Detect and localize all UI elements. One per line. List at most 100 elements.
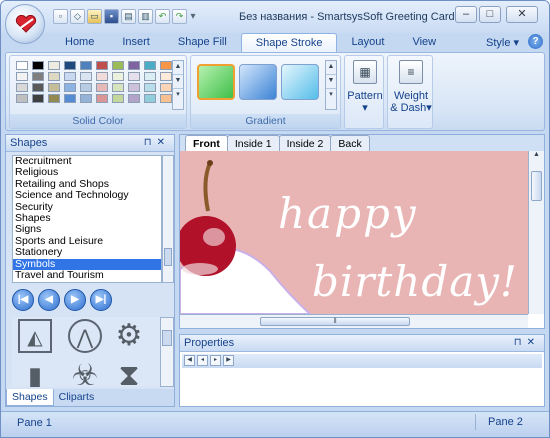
card-canvas[interactable]: happy birthday! [180, 151, 528, 314]
color-swatch[interactable] [16, 72, 28, 81]
color-swatch[interactable] [32, 72, 44, 81]
color-swatch[interactable] [160, 61, 172, 70]
expand-icon[interactable]: ▾ [326, 89, 336, 103]
color-swatch[interactable] [112, 94, 124, 103]
acid-icon[interactable]: ◭ [18, 319, 52, 353]
tab-insert[interactable]: Insert [108, 33, 164, 53]
tab-shape-fill[interactable]: Shape Fill [164, 33, 241, 53]
close-panel-icon[interactable]: ✕ [527, 337, 540, 348]
tab-shape-stroke[interactable]: Shape Stroke [240, 33, 338, 53]
tab-view[interactable]: View [398, 33, 450, 53]
color-swatch[interactable] [16, 61, 28, 70]
scroll-down-icon[interactable]: ▼ [326, 75, 336, 89]
scroll-up-icon[interactable]: ▲ [326, 61, 336, 75]
color-swatch[interactable] [144, 72, 156, 81]
application-menu-button[interactable] [5, 4, 45, 44]
gear-icon[interactable]: ⚙ [112, 319, 146, 353]
tab-back[interactable]: Back [330, 135, 370, 151]
minimize-button[interactable]: – [455, 6, 477, 23]
color-swatch[interactable] [112, 72, 124, 81]
color-swatch[interactable] [64, 61, 76, 70]
open-icon[interactable]: ◇ [70, 9, 85, 24]
category-scrollbar[interactable] [162, 155, 174, 283]
color-swatch[interactable] [48, 61, 60, 70]
color-swatch[interactable] [80, 94, 92, 103]
color-swatch[interactable] [64, 94, 76, 103]
print-preview-icon[interactable]: ▤ [121, 9, 136, 24]
bin-icon[interactable]: ▮ [18, 359, 52, 387]
open-folder-icon[interactable]: ▭ [87, 9, 102, 24]
color-swatch[interactable] [80, 61, 92, 70]
category-item[interactable]: Travel and Tourism [13, 269, 161, 281]
color-swatch[interactable] [128, 61, 140, 70]
shape-gallery-scrollbar[interactable] [160, 317, 174, 387]
color-swatch[interactable] [144, 94, 156, 103]
tab-layout[interactable]: Layout [337, 33, 398, 53]
color-swatch[interactable] [32, 94, 44, 103]
color-swatch[interactable] [160, 94, 172, 103]
tab-cliparts[interactable]: Cliparts [54, 389, 100, 406]
color-swatch[interactable] [48, 83, 60, 92]
customize-arrow-icon[interactable]: ▾ [189, 9, 197, 24]
card-text-happy[interactable]: happy [278, 189, 418, 238]
color-swatch[interactable] [80, 72, 92, 81]
next-page-icon[interactable]: ▶ [64, 289, 86, 311]
color-swatch[interactable] [160, 83, 172, 92]
color-swatch[interactable] [160, 72, 172, 81]
color-swatch[interactable] [96, 72, 108, 81]
color-swatch[interactable] [96, 83, 108, 92]
new-icon[interactable]: ▫ [53, 9, 68, 24]
scroll-up-icon[interactable]: ▲ [529, 151, 544, 163]
previous-icon[interactable]: ◂ [197, 355, 208, 366]
card-text-birthday[interactable]: birthday! [312, 257, 518, 306]
help-icon[interactable]: ? [528, 34, 543, 49]
color-swatch[interactable] [80, 83, 92, 92]
mountain-icon[interactable]: ⋀ [68, 319, 102, 353]
undo-icon[interactable]: ↶ [155, 9, 170, 24]
color-swatch[interactable] [112, 61, 124, 70]
color-swatch[interactable] [144, 61, 156, 70]
last-page-icon[interactable]: ▶| [90, 289, 112, 311]
color-swatch[interactable] [16, 94, 28, 103]
tab-shapes[interactable]: Shapes [6, 389, 54, 406]
gradient-cyan-swatch[interactable] [281, 64, 319, 100]
weight-dash-button[interactable]: ≡ Weight & Dash▾ [389, 60, 433, 114]
gradient-blue-swatch[interactable] [239, 64, 277, 100]
color-swatch[interactable] [16, 83, 28, 92]
color-swatch[interactable] [96, 94, 108, 103]
vertical-scrollbar[interactable]: ▲ [528, 151, 544, 314]
color-swatch[interactable] [64, 72, 76, 81]
swatch-scroll[interactable]: ▲ ▼ ▾ [172, 60, 184, 110]
first-icon[interactable]: ◀ [184, 355, 195, 366]
previous-page-icon[interactable]: ◀ [38, 289, 60, 311]
color-swatch[interactable] [32, 83, 44, 92]
tab-home[interactable]: Home [51, 33, 108, 53]
color-swatch[interactable] [96, 61, 108, 70]
close-panel-icon[interactable]: ✕ [157, 137, 170, 148]
scroll-down-icon[interactable]: ▼ [173, 75, 183, 89]
color-swatch[interactable] [64, 83, 76, 92]
color-swatch[interactable] [128, 94, 140, 103]
scroll-up-icon[interactable]: ▲ [173, 61, 183, 75]
redo-icon[interactable]: ↷ [172, 9, 187, 24]
gradient-scroll[interactable]: ▲ ▼ ▾ [325, 60, 337, 110]
gradient-green-swatch[interactable] [197, 64, 235, 100]
tab-inside-1[interactable]: Inside 1 [226, 135, 280, 151]
color-swatch[interactable] [144, 83, 156, 92]
scroll-thumb[interactable] [164, 248, 172, 266]
scroll-thumb[interactable]: ⦀ [260, 317, 410, 326]
tab-inside-2[interactable]: Inside 2 [278, 135, 332, 151]
category-item[interactable]: Stationery [13, 246, 161, 258]
close-button[interactable]: ✕ [506, 6, 538, 23]
style-menu[interactable]: Style ▾ [486, 36, 519, 49]
scroll-thumb[interactable] [162, 330, 172, 346]
last-icon[interactable]: ▶ [223, 355, 234, 366]
biohazard-icon[interactable]: ☣ [68, 359, 102, 387]
next-icon[interactable]: ▸ [210, 355, 221, 366]
pin-icon[interactable]: ⊓ [514, 337, 527, 348]
save-icon[interactable]: ▪ [104, 9, 119, 24]
scroll-thumb[interactable] [531, 171, 542, 201]
maximize-button[interactable]: □ [479, 6, 501, 23]
color-swatch[interactable] [112, 83, 124, 92]
tab-front[interactable]: Front [185, 135, 228, 151]
